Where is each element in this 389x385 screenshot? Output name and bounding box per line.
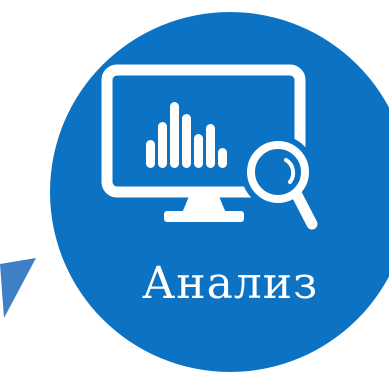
bar-2	[158, 122, 167, 168]
canvas: Анализ	[0, 0, 389, 385]
badge-label: Анализ	[141, 258, 319, 309]
monitor-bar-chart-magnifier-icon	[101, 64, 318, 230]
bar-6	[206, 124, 215, 168]
bar-3	[170, 102, 179, 168]
bar-5	[194, 134, 203, 168]
badge-circle	[50, 12, 389, 372]
bar-1	[146, 140, 155, 168]
bar-7	[218, 148, 227, 168]
analysis-badge: Анализ	[40, 2, 389, 382]
bar-4	[182, 114, 191, 168]
